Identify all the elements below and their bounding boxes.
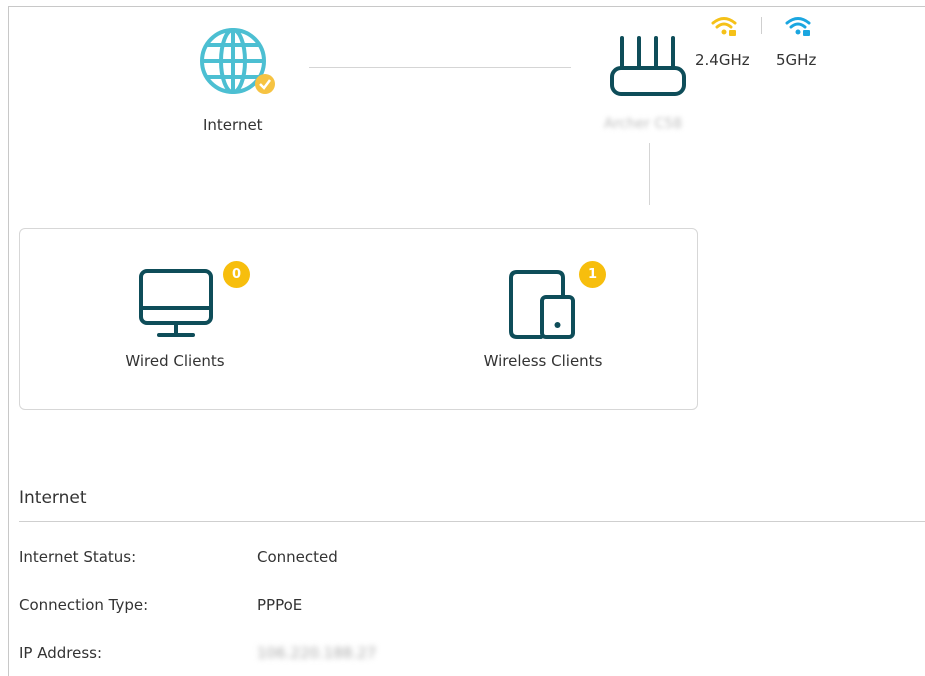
section-divider <box>19 521 925 522</box>
wifi-24ghz-icon[interactable] <box>711 15 737 37</box>
router-name: Archer C58 <box>604 116 683 132</box>
wired-clients-label: Wired Clients <box>125 352 225 370</box>
info-row-connection-type: Connection Type: PPPoE <box>19 596 302 614</box>
band-5ghz-label: 5GHz <box>776 51 817 69</box>
connection-type-value: PPPoE <box>257 596 303 614</box>
internet-status-label: Internet Status: <box>19 548 137 566</box>
info-row-status: Internet Status: Connected <box>19 548 338 566</box>
band-24ghz-label: 2.4GHz <box>695 51 750 69</box>
ip-address-label: IP Address: <box>19 644 103 662</box>
wired-count-badge: 0 <box>223 261 250 288</box>
band-divider <box>761 17 762 34</box>
connected-check-icon <box>255 74 275 94</box>
wireless-clients-label: Wireless Clients <box>483 352 603 370</box>
internet-status-value: Connected <box>257 548 338 566</box>
wireless-clients[interactable]: Wireless Clients <box>443 262 643 370</box>
router-icon[interactable] <box>608 34 688 98</box>
wireless-count-badge: 1 <box>579 261 606 288</box>
mobile-devices-icon <box>509 270 575 339</box>
info-row-ip-address: IP Address: 106.220.188.27 <box>19 644 376 662</box>
connection-line-vertical <box>649 143 650 205</box>
connection-line <box>309 67 571 68</box>
wifi-5ghz-icon[interactable] <box>785 15 811 37</box>
ip-address-value: 106.220.188.27 <box>257 644 377 662</box>
connection-type-label: Connection Type: <box>19 596 149 614</box>
internet-label: Internet <box>203 116 263 134</box>
internet-section-title: Internet <box>19 488 87 508</box>
